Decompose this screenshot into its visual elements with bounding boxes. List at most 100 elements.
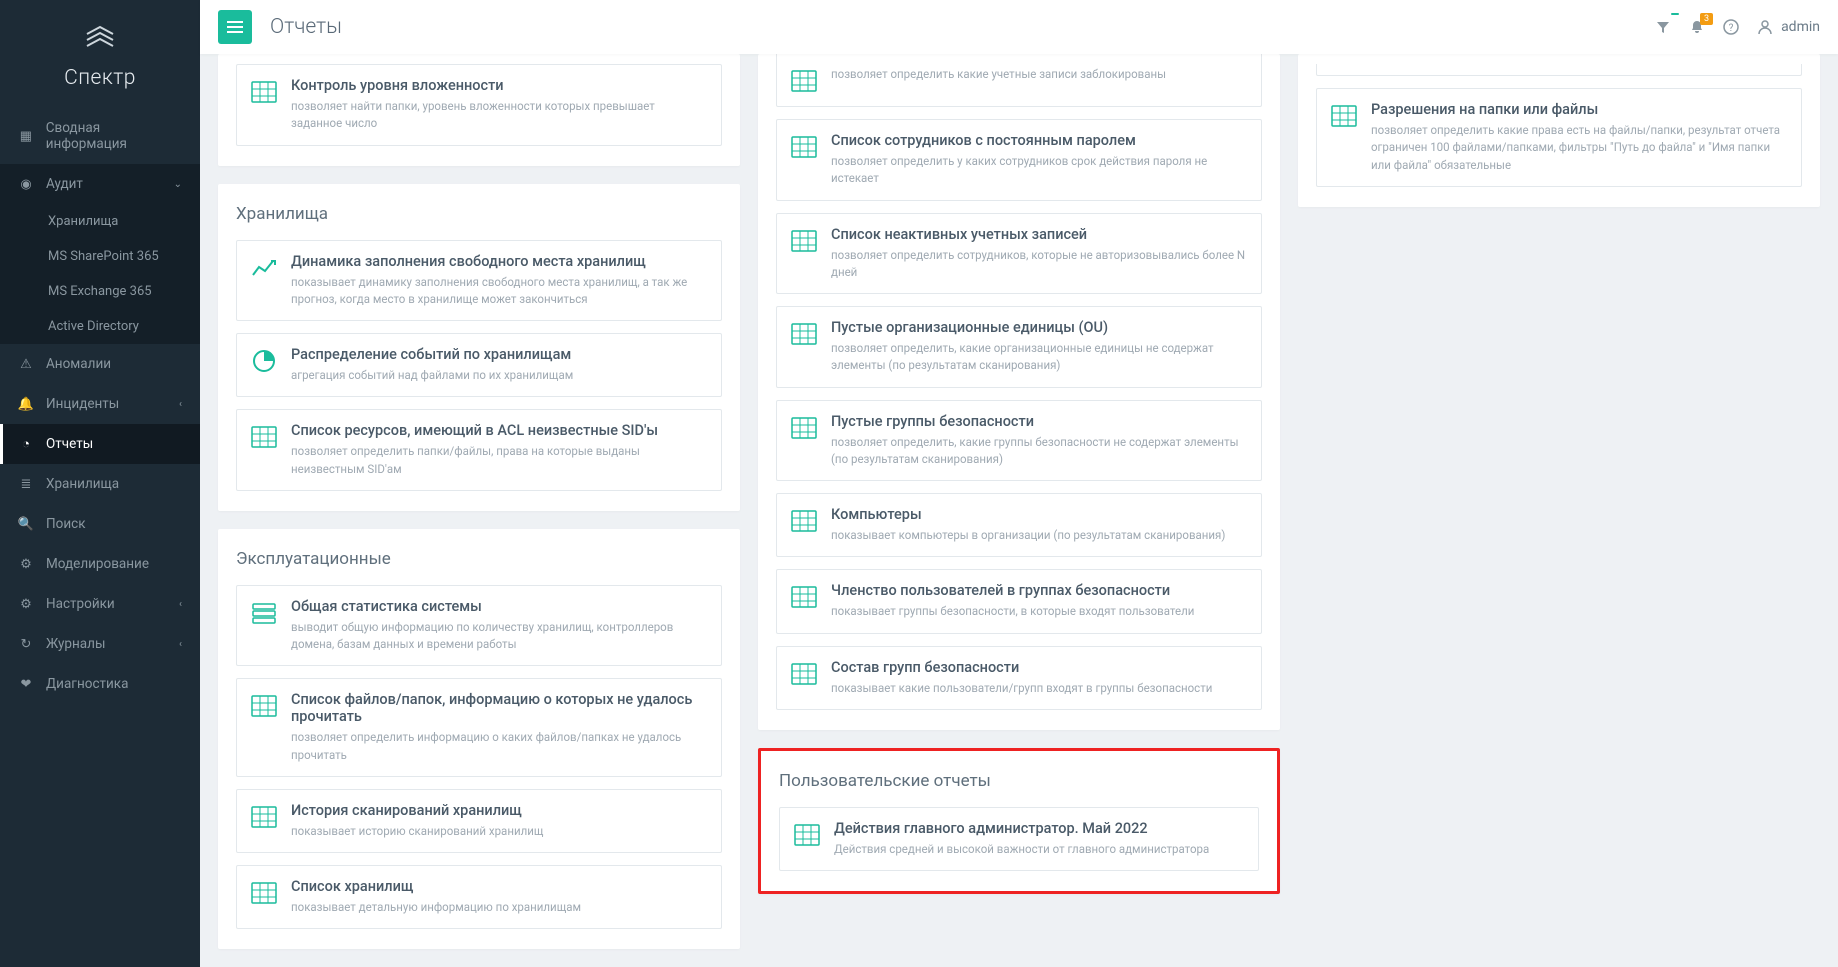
- report-card[interactable]: Список файлов/папок, информацию о которы…: [236, 678, 722, 777]
- nav-sub-storage[interactable]: Хранилища: [0, 204, 200, 239]
- report-card[interactable]: Пустые организационные единицы (OU)позво…: [776, 306, 1262, 388]
- card-title: Список сотрудников с постоянным паролем: [831, 132, 1247, 149]
- nav-item-journals[interactable]: ↻ Журналы ‹: [0, 624, 200, 664]
- nav-item-anomalies[interactable]: ⚠ Аномалии: [0, 344, 200, 384]
- nav-sub-sharepoint[interactable]: MS SharePoint 365: [0, 239, 200, 274]
- card-title: Компьютеры: [831, 506, 1247, 523]
- server-icon: [251, 600, 277, 626]
- eye-icon: ◉: [18, 177, 34, 192]
- card-desc: показывает детальную информацию по храни…: [291, 899, 707, 916]
- panel-title: Хранилища: [236, 204, 722, 224]
- heart-icon: ❤: [18, 677, 34, 692]
- report-card-cutoff: [1316, 64, 1802, 76]
- report-card[interactable]: История сканирований хранилищ показывает…: [236, 789, 722, 853]
- logo-area: Спектр: [0, 0, 200, 108]
- report-card[interactable]: Динамика заполнения свободного места хра…: [236, 240, 722, 322]
- card-body: Список сотрудников с постоянным паролем п…: [831, 132, 1247, 188]
- grid-icon: [794, 822, 820, 848]
- report-card[interactable]: Распределение событий по хранилищам агре…: [236, 333, 722, 397]
- report-card[interactable]: Общая статистика системы выводит общую и…: [236, 585, 722, 667]
- nav-label: Сводная информация: [46, 120, 182, 152]
- grid-icon: [791, 661, 817, 687]
- nav-label: Журналы: [46, 636, 105, 652]
- card-body: Разрешения на папки или файлы позволяет …: [1371, 101, 1787, 174]
- menu-toggle-button[interactable]: [218, 10, 252, 44]
- nav-label: Диагностика: [46, 676, 128, 692]
- report-card[interactable]: Состав групп безопасности показывает каки…: [776, 646, 1262, 710]
- nav-sub-audit: Хранилища MS SharePoint 365 MS Exchange …: [0, 204, 200, 344]
- nav-sub-exchange[interactable]: MS Exchange 365: [0, 274, 200, 309]
- card-body: Список неактивных учетных записейпозволя…: [831, 226, 1247, 282]
- report-card[interactable]: Разрешения на папки или файлы позволяет …: [1316, 88, 1802, 187]
- report-card[interactable]: Членство пользователей в группах безопас…: [776, 569, 1262, 633]
- nav-item-diagnostics[interactable]: ❤ Диагностика: [0, 664, 200, 704]
- report-card[interactable]: Список ресурсов, имеющий в ACL неизвестн…: [236, 409, 722, 491]
- nav-item-storages[interactable]: ≣ Хранилища: [0, 464, 200, 504]
- report-card[interactable]: Компьютерыпоказывает компьютеры в органи…: [776, 493, 1262, 557]
- card-desc: показывает историю сканирований хранилищ: [291, 823, 707, 840]
- hamburger-icon: [227, 21, 243, 33]
- card-title: Общая статистика системы: [291, 598, 707, 615]
- pie-icon: ◔: [18, 436, 34, 452]
- report-card[interactable]: Контроль уровня вложенности позволяет на…: [236, 64, 722, 146]
- card-title: Список ресурсов, имеющий в ACL неизвестн…: [291, 422, 707, 439]
- grid-icon: [1331, 103, 1357, 129]
- grid-icon: [791, 415, 817, 441]
- card-desc: позволяет определить, какие организацион…: [831, 340, 1247, 375]
- report-card[interactable]: Действия главного администратор. Май 202…: [779, 807, 1259, 871]
- cogs-icon: ⚙: [18, 597, 34, 612]
- user-name: admin: [1781, 19, 1820, 35]
- report-card[interactable]: Список неактивных учетных записейпозволя…: [776, 213, 1262, 295]
- panel-user-reports: Пользовательские отчеты Действия главног…: [758, 748, 1280, 894]
- panel-top-left: Контроль уровня вложенности позволяет на…: [218, 54, 740, 166]
- pie-icon: [251, 348, 277, 374]
- card-title: Разрешения на папки или файлы: [1371, 101, 1787, 118]
- card-title: Членство пользователей в группах безопас…: [831, 582, 1247, 599]
- grid-icon: [791, 68, 817, 94]
- report-card[interactable]: позволяет определить какие учетные запис…: [776, 54, 1262, 107]
- nav-item-settings[interactable]: ⚙ Настройки ‹: [0, 584, 200, 624]
- card-body: Общая статистика системы выводит общую и…: [291, 598, 707, 654]
- nav-label: Моделирование: [46, 556, 149, 572]
- filter-icon[interactable]: [1655, 19, 1671, 35]
- user-menu[interactable]: admin: [1757, 19, 1820, 35]
- card-desc: позволяет определить, какие группы безоп…: [831, 434, 1247, 469]
- card-body: Контроль уровня вложенности позволяет на…: [291, 77, 707, 133]
- card-desc: показывает какие пользователи/групп вход…: [831, 680, 1247, 697]
- logo-icon: [81, 24, 119, 54]
- report-card[interactable]: Пустые группы безопасностипозволяет опре…: [776, 400, 1262, 482]
- nav-sub-ad[interactable]: Active Directory: [0, 309, 200, 344]
- card-title: Список хранилищ: [291, 878, 707, 895]
- report-card[interactable]: Список сотрудников с постоянным паролем п…: [776, 119, 1262, 201]
- card-desc: позволяет определить папки/файлы, права …: [291, 443, 707, 478]
- chevron-left-icon: ‹: [179, 399, 182, 410]
- nav-item-dashboard[interactable]: ▦ Сводная информация: [0, 108, 200, 164]
- card-desc: позволяет определить у каких сотрудников…: [831, 153, 1247, 188]
- nav-item-search[interactable]: 🔍 Поиск: [0, 504, 200, 544]
- column-2: позволяет определить какие учетные запис…: [758, 54, 1280, 912]
- chevron-down-icon: ⌄: [174, 179, 182, 190]
- chevron-left-icon: ‹: [179, 599, 182, 610]
- dashboard-icon: ▦: [18, 129, 34, 144]
- nav-item-modeling[interactable]: ⚙ Моделирование: [0, 544, 200, 584]
- card-title: Состав групп безопасности: [831, 659, 1247, 676]
- card-desc: показывает группы безопасности, в которы…: [831, 603, 1247, 620]
- card-body: Состав групп безопасности показывает каки…: [831, 659, 1247, 697]
- settings2-icon: ⚙: [18, 557, 34, 572]
- nav-label: Отчеты: [46, 436, 93, 452]
- nav-item-reports[interactable]: ◔ Отчеты: [0, 424, 200, 464]
- card-body: Распределение событий по хранилищам агре…: [291, 346, 707, 384]
- nav-item-audit[interactable]: ◉ Аудит ⌄: [0, 164, 200, 204]
- panel-title: Пользовательские отчеты: [779, 771, 1259, 791]
- notification-icon[interactable]: 3: [1689, 19, 1705, 35]
- card-desc: позволяет определить какие права есть на…: [1371, 122, 1787, 174]
- db-icon: ≣: [18, 477, 34, 492]
- grid-icon: [791, 508, 817, 534]
- card-desc: показывает динамику заполнения свободног…: [291, 274, 707, 309]
- help-icon[interactable]: ?: [1723, 19, 1739, 35]
- report-card[interactable]: Список хранилищ показывает детальную инф…: [236, 865, 722, 929]
- nav-item-incidents[interactable]: 🔔 Инциденты ‹: [0, 384, 200, 424]
- nav-label: Аномалии: [46, 356, 111, 372]
- grid-icon: [251, 804, 277, 830]
- grid-icon: [791, 584, 817, 610]
